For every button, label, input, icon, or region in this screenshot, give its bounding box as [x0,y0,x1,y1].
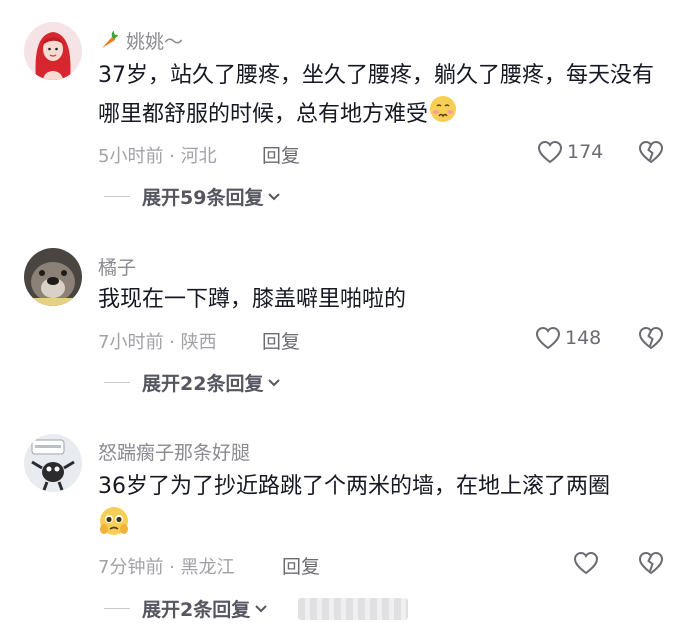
reply-button[interactable]: 回复 [262,327,300,354]
carrot-icon [98,29,120,56]
user-avatar[interactable] [24,248,82,306]
reply-button[interactable]: 回复 [262,141,300,168]
comment-text: 37岁，站久了腰疼，坐久了腰疼，躺久了腰疼，每天没有哪里都舒服的时候，总有地方难… [98,58,668,136]
expand-replies-button[interactable]: 展开59条回复 [104,183,281,210]
username[interactable]: 怒踹瘸子那条好腿 [98,438,250,465]
dislike-button[interactable] [638,140,664,168]
pleading-face-emoji-icon [98,505,130,549]
broken-heart-icon [638,326,664,350]
comment-meta: 7分钟前 · 黑龙江 [98,557,235,578]
expand-replies-button[interactable]: 展开2条回复 [104,595,268,622]
dislike-button[interactable] [638,326,664,354]
user-avatar[interactable] [24,434,82,492]
chevron-down-icon [268,192,281,200]
cartoon-avatar-icon [24,434,82,492]
broken-heart-icon [638,140,664,164]
chevron-down-icon [268,378,281,386]
heart-outline-icon [573,551,599,575]
user-avatar[interactable] [24,22,82,80]
heart-outline-icon [537,140,563,164]
like-count: 174 [567,141,604,163]
divider [104,196,130,197]
chevron-down-icon [255,604,267,612]
like-button[interactable] [573,551,599,575]
dislike-button[interactable] [638,551,664,579]
expand-replies-label: 展开22条回复 [142,373,264,395]
comment-meta: 5小时前 · 河北 [98,146,217,167]
divider [104,608,130,609]
expand-replies-label: 展开59条回复 [142,187,264,209]
comment-meta: 7小时前 · 陕西 [98,332,217,353]
girl-avatar-icon [24,22,82,80]
like-button[interactable]: 148 [535,326,601,350]
comment-text: 我现在一下蹲，膝盖噼里啪啦的 [98,287,407,312]
sick-face-emoji-icon [428,94,458,136]
watermark [298,598,408,620]
broken-heart-icon [638,551,664,575]
heart-outline-icon [535,326,561,350]
dog-avatar-icon [24,248,82,306]
username[interactable]: 橘子 [98,253,136,280]
username-text: 姚姚～ [126,31,184,53]
divider [104,382,130,383]
expand-replies-label: 展开2条回复 [142,599,251,621]
like-count: 148 [565,327,602,349]
username[interactable]: 姚姚～ [98,27,183,56]
reply-button[interactable]: 回复 [282,552,320,579]
expand-replies-button[interactable]: 展开22条回复 [104,369,281,396]
like-button[interactable]: 174 [537,140,603,164]
comment-text: 36岁了为了抄近路跳了个两米的墙，在地上滚了两圈 [98,469,668,549]
